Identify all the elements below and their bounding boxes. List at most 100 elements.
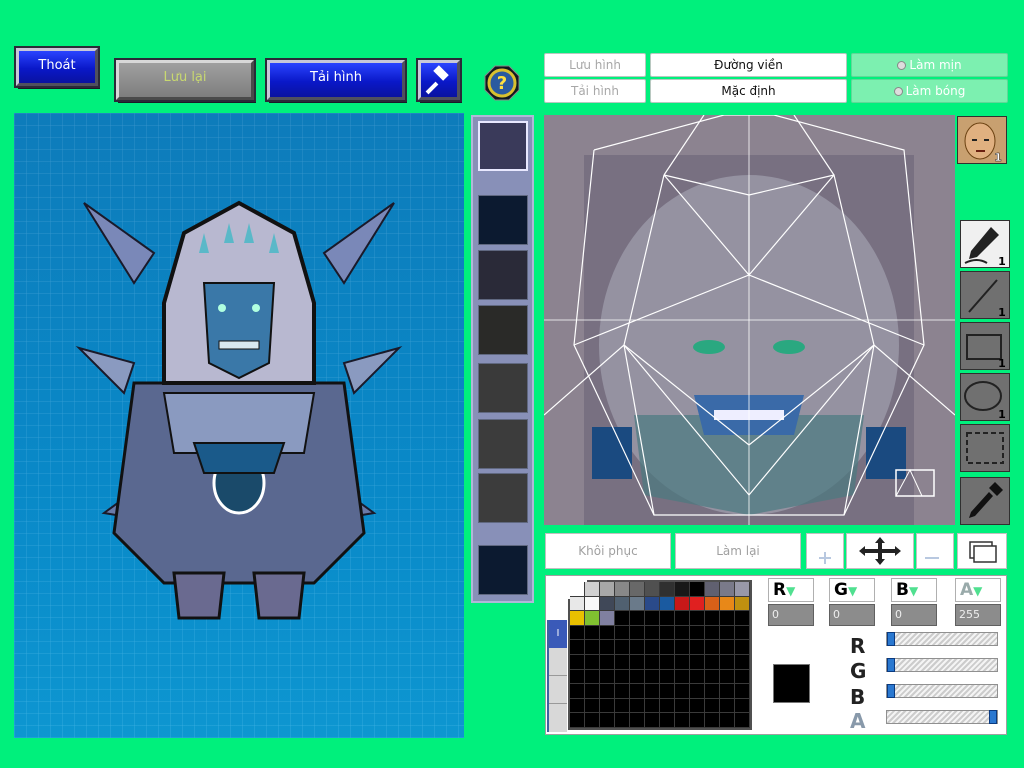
channel-b-value[interactable]: 0 bbox=[891, 604, 937, 626]
toggle-shadow[interactable]: Làm bóng bbox=[851, 79, 1008, 103]
palette-swatch[interactable] bbox=[690, 596, 705, 612]
palette-swatch[interactable] bbox=[660, 596, 675, 612]
channel-b-header[interactable]: B▼ bbox=[891, 578, 937, 602]
layers-button[interactable] bbox=[957, 533, 1007, 569]
palette-swatch[interactable] bbox=[660, 625, 675, 641]
palette-swatch[interactable] bbox=[705, 640, 720, 655]
thumb-wolf[interactable] bbox=[478, 250, 528, 300]
palette-swatch[interactable] bbox=[660, 640, 675, 655]
slider-r-knob[interactable] bbox=[887, 632, 895, 646]
palette-swatch[interactable] bbox=[630, 582, 645, 597]
exit-button[interactable]: Thoát bbox=[14, 46, 100, 88]
palette-swatch[interactable] bbox=[600, 669, 615, 685]
palette-swatch[interactable] bbox=[630, 655, 645, 670]
zoom-out-button[interactable] bbox=[916, 533, 954, 569]
slider-b-knob[interactable] bbox=[887, 684, 895, 698]
zoom-in-button[interactable] bbox=[806, 533, 844, 569]
thumb-mouth[interactable] bbox=[478, 473, 528, 523]
eyedropper-tool[interactable] bbox=[960, 477, 1010, 525]
thumb-slot-8[interactable] bbox=[478, 545, 528, 595]
channel-a-header[interactable]: A▼ bbox=[955, 578, 1001, 602]
palette-swatch[interactable] bbox=[600, 655, 615, 670]
palette-swatch[interactable] bbox=[630, 698, 645, 714]
palette-swatch[interactable] bbox=[720, 640, 735, 655]
palette-swatch[interactable] bbox=[690, 655, 705, 670]
channel-a-value[interactable]: 255 bbox=[955, 604, 1001, 626]
palette-swatch[interactable] bbox=[735, 684, 750, 699]
palette-swatch[interactable] bbox=[600, 640, 615, 655]
palette-swatch[interactable] bbox=[660, 655, 675, 670]
palette-swatch[interactable] bbox=[675, 684, 690, 699]
palette-swatch[interactable] bbox=[705, 611, 720, 626]
palette-swatch[interactable] bbox=[630, 669, 645, 685]
restore-button[interactable]: Khôi phục bbox=[545, 533, 671, 569]
palette-swatch[interactable] bbox=[585, 640, 600, 655]
toggle-smooth[interactable]: Làm mịn bbox=[851, 53, 1008, 77]
line-tool[interactable]: 1 bbox=[960, 271, 1010, 319]
palette-swatch[interactable] bbox=[675, 713, 690, 728]
palette-swatch[interactable] bbox=[735, 698, 750, 714]
palette-swatch[interactable] bbox=[675, 698, 690, 714]
palette-swatch[interactable] bbox=[570, 625, 585, 641]
palette-swatch[interactable] bbox=[585, 684, 600, 699]
rectangle-tool[interactable]: 1 bbox=[960, 322, 1010, 370]
palette-swatch[interactable] bbox=[720, 713, 735, 728]
palette-swatch[interactable] bbox=[645, 625, 660, 641]
palette-swatch[interactable] bbox=[645, 596, 660, 612]
hammer-button[interactable] bbox=[416, 58, 462, 102]
palette-tab-2[interactable] bbox=[549, 648, 567, 676]
slider-a-knob[interactable] bbox=[989, 710, 997, 724]
palette-swatch[interactable] bbox=[675, 669, 690, 685]
channel-g-header[interactable]: G▼ bbox=[829, 578, 875, 602]
palette-swatch[interactable] bbox=[690, 698, 705, 714]
tab-default[interactable]: Mặc định bbox=[650, 79, 847, 103]
preview-canvas[interactable] bbox=[14, 113, 464, 738]
palette-swatch[interactable] bbox=[615, 655, 630, 670]
palette-swatch[interactable] bbox=[570, 596, 585, 612]
palette-swatch[interactable] bbox=[645, 611, 660, 626]
palette-swatch[interactable] bbox=[720, 684, 735, 699]
palette-swatch[interactable] bbox=[660, 582, 675, 597]
slider-a[interactable] bbox=[886, 710, 998, 724]
slider-b[interactable] bbox=[886, 684, 998, 698]
thumb-nose[interactable] bbox=[478, 419, 528, 469]
palette-swatch[interactable] bbox=[675, 611, 690, 626]
palette-swatch[interactable] bbox=[735, 655, 750, 670]
palette-swatch[interactable] bbox=[645, 698, 660, 714]
palette-swatch[interactable] bbox=[705, 625, 720, 641]
palette-swatch[interactable] bbox=[735, 582, 750, 597]
palette-swatch[interactable] bbox=[675, 655, 690, 670]
palette-swatch[interactable] bbox=[570, 611, 585, 626]
palette-swatch[interactable] bbox=[690, 582, 705, 597]
palette-swatch[interactable] bbox=[600, 625, 615, 641]
save-button[interactable]: Lưu lại bbox=[114, 58, 256, 102]
palette-swatch[interactable] bbox=[705, 698, 720, 714]
palette-swatch[interactable] bbox=[675, 582, 690, 597]
selection-tool[interactable] bbox=[960, 424, 1010, 472]
palette-swatch[interactable] bbox=[690, 684, 705, 699]
palette-swatch[interactable] bbox=[660, 698, 675, 714]
palette-swatch[interactable] bbox=[600, 596, 615, 612]
thumb-armor[interactable] bbox=[478, 305, 528, 355]
avatar-button[interactable]: 1 bbox=[957, 116, 1007, 164]
palette-swatch[interactable] bbox=[705, 582, 720, 597]
palette-swatch[interactable] bbox=[735, 611, 750, 626]
palette-swatch[interactable] bbox=[585, 698, 600, 714]
channel-r-value[interactable]: 0 bbox=[768, 604, 814, 626]
palette-swatch[interactable] bbox=[660, 684, 675, 699]
palette-swatch[interactable] bbox=[675, 625, 690, 641]
channel-r-header[interactable]: R▼ bbox=[768, 578, 814, 602]
palette-swatch[interactable] bbox=[570, 713, 585, 728]
palette-swatch[interactable] bbox=[570, 669, 585, 685]
palette-swatch[interactable] bbox=[660, 713, 675, 728]
palette-swatch[interactable] bbox=[720, 625, 735, 641]
palette-swatch[interactable] bbox=[675, 596, 690, 612]
palette-swatch[interactable] bbox=[585, 713, 600, 728]
thumb-slot-2[interactable] bbox=[478, 195, 528, 245]
palette-swatch[interactable] bbox=[600, 611, 615, 626]
palette-swatch[interactable] bbox=[585, 655, 600, 670]
redo-button[interactable]: Làm lại bbox=[675, 533, 801, 569]
palette-swatch[interactable] bbox=[630, 625, 645, 641]
palette-swatch[interactable] bbox=[735, 713, 750, 728]
palette-swatch[interactable] bbox=[615, 640, 630, 655]
